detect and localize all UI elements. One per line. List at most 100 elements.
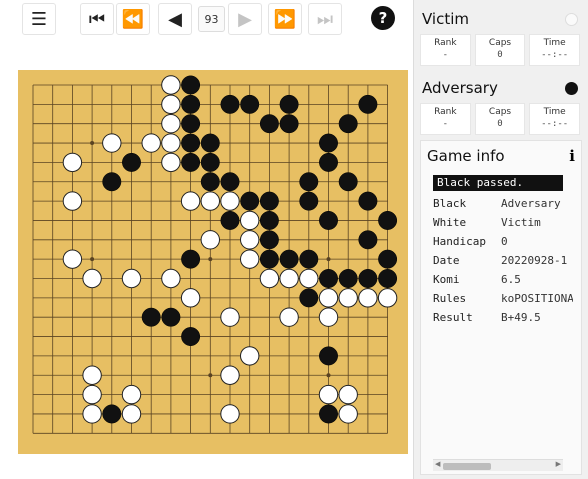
rank-label: Rank (434, 107, 457, 117)
white-stone (161, 268, 181, 289)
help-button[interactable]: ? (371, 6, 395, 30)
triangle-left-icon: ◀ (168, 8, 182, 30)
info-key: Rules (433, 292, 467, 305)
black-stone (181, 327, 201, 346)
white-stone (240, 230, 260, 250)
black-stone (200, 172, 220, 192)
info-value: 0 (501, 235, 508, 248)
black-stone (259, 211, 279, 230)
black-stone (200, 152, 220, 172)
forward-button[interactable]: ▶ (228, 3, 262, 35)
white-stone (240, 210, 260, 231)
white-stone (377, 288, 398, 308)
back-fast-button[interactable]: ⏪ (116, 3, 150, 35)
white-stone (161, 114, 181, 134)
caps-stat: Caps 0 (474, 103, 526, 135)
info-value: B+49.5 (501, 311, 541, 324)
caps-value: 0 (497, 119, 503, 129)
black-stone (358, 230, 378, 250)
white-stone (62, 191, 83, 211)
black-stone (279, 94, 299, 114)
black-stone (259, 191, 279, 211)
board-svg[interactable] (18, 70, 408, 454)
info-row-white: White Victim (433, 216, 573, 234)
black-stone (181, 75, 201, 95)
black-stone (319, 133, 338, 153)
time-value: --:-- (541, 50, 569, 60)
white-stone (318, 384, 339, 405)
black-stone (299, 191, 319, 211)
info-value: Victim (501, 216, 541, 229)
white-stone (200, 191, 221, 211)
white-stone (279, 307, 299, 327)
scroll-thumb[interactable] (443, 463, 491, 470)
forward-fast-button[interactable]: ⏩ (268, 3, 302, 35)
black-stone (181, 152, 201, 172)
star-point (326, 257, 331, 262)
black-stone (279, 249, 299, 269)
scroll-right-icon[interactable]: ▶ (556, 460, 561, 468)
time-stat: Time --:-- (529, 34, 581, 66)
info-key: Result (433, 311, 473, 324)
horizontal-scrollbar[interactable]: ◀ ▶ (433, 459, 563, 471)
white-stone (220, 365, 240, 385)
caps-stat: Caps 0 (474, 34, 526, 66)
white-stone (62, 249, 83, 269)
black-stone (240, 94, 260, 114)
scroll-left-icon[interactable]: ◀ (435, 460, 440, 468)
player-name: Adversary (422, 79, 498, 97)
caps-label: Caps (488, 38, 512, 48)
black-stone (181, 94, 201, 114)
black-stone (299, 249, 319, 269)
black-stone (200, 133, 220, 153)
black-stone (338, 269, 358, 288)
info-key: Black (433, 197, 467, 210)
black-stone (378, 211, 398, 230)
info-value: 20220928-1 (501, 254, 568, 267)
black-stone (338, 114, 358, 134)
black-stone (319, 211, 338, 230)
info-value: koPOSITIONAL (501, 292, 573, 305)
caps-label: Caps (488, 107, 512, 117)
white-stone (220, 404, 240, 424)
time-label: Time (543, 107, 566, 117)
skip-back-icon: ⏮ (88, 8, 106, 30)
star-point (90, 257, 95, 262)
info-row-date: Date 20220928-1 (433, 254, 573, 272)
star-point (208, 373, 213, 378)
white-stone (220, 307, 240, 327)
last-move-button[interactable]: ⏭ (308, 3, 342, 35)
white-stone (259, 268, 280, 289)
rank-label: Rank (434, 38, 457, 48)
black-stone (220, 211, 240, 230)
help-icon: ? (378, 9, 388, 27)
black-stone (220, 94, 240, 114)
white-stone (82, 365, 102, 385)
white-stone (318, 307, 339, 327)
star-point (326, 373, 331, 378)
black-stone (319, 346, 338, 366)
black-stone (259, 114, 279, 134)
info-icon[interactable]: i (569, 147, 575, 165)
black-stone (299, 172, 319, 192)
rank-value: - (442, 119, 449, 129)
rank-stat: Rank - (420, 103, 471, 135)
white-stone-icon (565, 13, 578, 26)
white-stone (121, 268, 142, 289)
white-stone (141, 133, 161, 153)
white-stone (82, 384, 102, 405)
info-value: Adversary (501, 197, 561, 210)
first-move-button[interactable]: ⏮ (80, 3, 114, 35)
black-stone (378, 269, 398, 288)
info-key: White (433, 216, 467, 229)
white-stone (82, 404, 102, 424)
sidebar: Victim Rank - Caps 0 Time --:-- Adversar… (413, 0, 588, 479)
white-stone (358, 288, 378, 308)
back-button[interactable]: ◀ (158, 3, 192, 35)
black-stone (141, 307, 161, 327)
game-info-panel: Game info i Black passed. Black Adversar… (420, 140, 582, 475)
info-row-result: Result B+49.5 (433, 311, 573, 329)
go-board[interactable] (18, 70, 408, 454)
menu-button[interactable]: ☰ (22, 3, 56, 35)
move-number[interactable]: 93 (198, 6, 225, 32)
